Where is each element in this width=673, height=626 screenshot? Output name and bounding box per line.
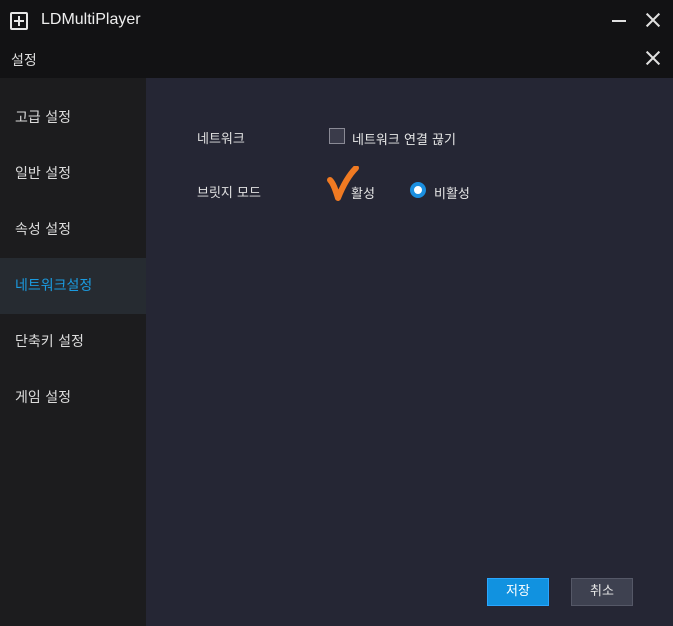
settings-sidebar: 고급 설정 일반 설정 속성 설정 네트워크설정 단축키 설정 게임 설정 [0,78,146,626]
app-plus-icon [10,12,28,30]
bridge-enable-label[interactable]: 활성 [351,183,375,202]
cancel-button[interactable]: 취소 [571,578,633,606]
settings-header: 설정 [0,42,673,78]
bridge-disable-radio[interactable] [410,182,426,198]
sidebar-item-properties[interactable]: 속성 설정 [0,202,146,258]
window-titlebar: LDMultiPlayer [0,0,673,42]
disconnect-network-checkbox[interactable] [329,128,345,144]
sidebar-item-shortcuts[interactable]: 단축키 설정 [0,314,146,370]
dialog-close-icon[interactable] [643,48,663,68]
bridge-disable-label[interactable]: 비활성 [434,183,470,202]
network-label: 네트워크 [197,132,245,147]
settings-content: 네트워크 네트워크 연결 끊기 브릿지 모드 활성 비활성 저장 취소 [146,78,673,626]
window-title: LDMultiPlayer [41,11,141,28]
window-close-icon[interactable] [643,10,663,30]
bridge-mode-label: 브릿지 모드 [197,186,261,201]
sidebar-item-advanced[interactable]: 고급 설정 [0,90,146,146]
sidebar-item-game[interactable]: 게임 설정 [0,370,146,426]
sidebar-item-network[interactable]: 네트워크설정 [0,258,146,314]
minimize-icon[interactable] [609,10,629,30]
save-button[interactable]: 저장 [487,578,549,606]
sidebar-item-general[interactable]: 일반 설정 [0,146,146,202]
dialog-title: 설정 [11,53,37,69]
disconnect-network-label[interactable]: 네트워크 연결 끊기 [352,129,456,148]
